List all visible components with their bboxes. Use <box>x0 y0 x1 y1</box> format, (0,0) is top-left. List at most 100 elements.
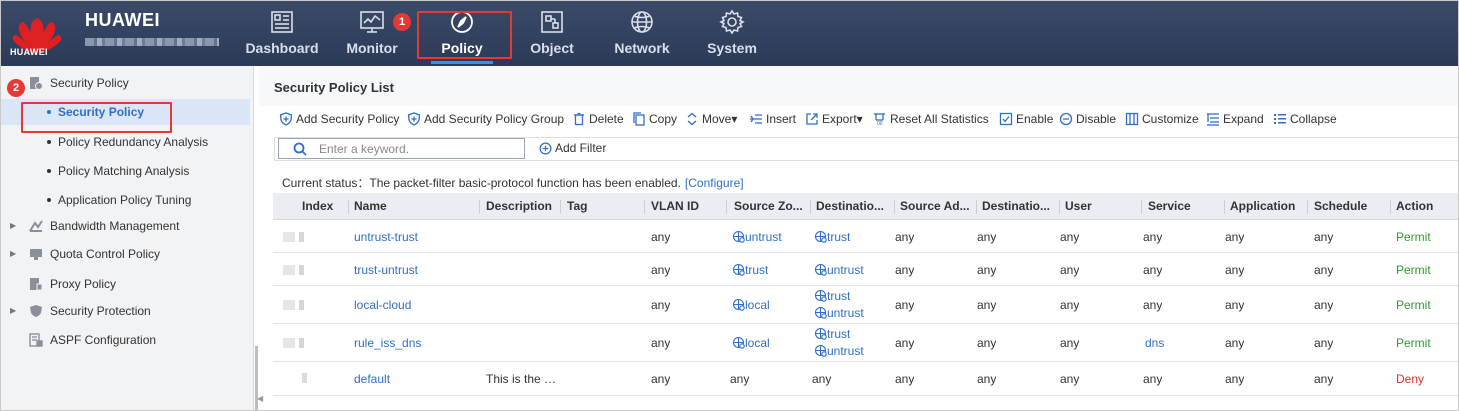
policy-name-link[interactable]: local-cloud <box>354 298 411 312</box>
status-text: Current status：The packet-filter basic-p… <box>282 176 681 190</box>
destination-zone-cell[interactable]: trust <box>814 327 850 341</box>
sidebar-item-proxy-policy[interactable]: Proxy Policy <box>1 271 253 297</box>
column-divider <box>348 200 349 214</box>
nav-system[interactable]: System <box>689 1 775 66</box>
bullet <box>47 169 51 173</box>
column-header-destination-address[interactable]: Destinatio... <box>982 193 1060 220</box>
button-label: Disable <box>1076 112 1117 126</box>
policy-name-link[interactable]: untrust-trust <box>354 230 418 244</box>
table-row[interactable]: default This is the … any any any any an… <box>273 363 1458 396</box>
column-header-description[interactable]: Description <box>486 193 561 220</box>
status-line: Current status：The packet-filter basic-p… <box>282 174 744 191</box>
top-navigation-bar: HUAWEI HUAWEI Dashboard Monitor Policy O… <box>1 1 1458 66</box>
description-cell: This is the … <box>486 372 557 386</box>
move-dropdown-button[interactable]: Move▾ <box>685 111 737 127</box>
policy-name-link[interactable]: trust-untrust <box>354 263 418 277</box>
column-header-service[interactable]: Service <box>1148 193 1218 220</box>
source-zone-cell[interactable]: trust <box>732 263 768 277</box>
button-label: Reset All Statistics <box>890 112 989 126</box>
enable-button[interactable]: Enable <box>999 111 1053 127</box>
sidebar-subitem-policy-matching-analysis[interactable]: Policy Matching Analysis <box>1 158 250 184</box>
user-cell: any <box>1060 298 1080 312</box>
sidebar-subitem-application-policy-tuning[interactable]: Application Policy Tuning <box>1 187 250 213</box>
column-header-action[interactable]: Action <box>1396 193 1456 220</box>
destination-zone-cell[interactable]: untrust <box>814 263 864 277</box>
search-input[interactable]: Enter a keyword. <box>278 138 525 159</box>
source-zone-cell[interactable]: local <box>732 298 770 312</box>
service-link[interactable]: dns <box>1145 336 1164 350</box>
destination-zone-cell[interactable]: untrust <box>814 344 864 358</box>
column-header-tag[interactable]: Tag <box>567 193 627 220</box>
sidebar-item-aspf-configuration[interactable]: ASPF Configuration <box>1 327 253 353</box>
nav-object[interactable]: Object <box>509 1 595 66</box>
sidebar-item-security-protection[interactable]: ▶ Security Protection <box>1 298 253 324</box>
expand-button[interactable]: Expand <box>1206 111 1264 127</box>
sidebar-item-quota-control-policy[interactable]: ▶ Quota Control Policy <box>1 241 253 267</box>
zone-icon <box>732 298 745 311</box>
reset-all-statistics-button[interactable]: 00 Reset All Statistics <box>873 111 989 127</box>
table-row[interactable]: rule_iss_dns any local trust untrust any… <box>273 325 1458 362</box>
column-header-index[interactable]: Index <box>302 193 348 220</box>
expand-arrow-icon[interactable]: ▶ <box>10 298 16 324</box>
table-row[interactable]: local-cloud any local trust untrust any … <box>273 287 1458 324</box>
insert-button[interactable]: Insert <box>749 111 796 127</box>
sidebar-item-security-policy[interactable]: Security Policy <box>1 70 253 96</box>
destination-zone-cell[interactable]: untrust <box>814 306 864 320</box>
globe-icon <box>631 11 653 33</box>
column-header-destination-zone[interactable]: Destinatio... <box>816 193 894 220</box>
column-header-name[interactable]: Name <box>354 193 474 220</box>
nav-network[interactable]: Network <box>599 1 685 66</box>
reset-icon: 00 <box>874 113 885 126</box>
vlan-id-cell: any <box>651 372 671 386</box>
nav-policy[interactable]: Policy <box>419 1 505 66</box>
destination-zone-cell[interactable]: trust <box>814 230 850 244</box>
sidebar-item-label: ASPF Configuration <box>50 333 157 347</box>
column-header-application[interactable]: Application <box>1230 193 1306 220</box>
source-zone-cell[interactable]: untrust <box>732 230 782 244</box>
column-header-vlan-id[interactable]: VLAN ID <box>651 193 726 220</box>
table-row[interactable]: untrust-trust any untrust trust any any … <box>273 221 1458 253</box>
column-header-user[interactable]: User <box>1065 193 1135 220</box>
zone-icon <box>814 344 827 357</box>
add-security-policy-button[interactable]: Add Security Policy <box>279 111 399 127</box>
expand-arrow-icon[interactable]: ▶ <box>10 241 16 267</box>
column-header-source-zone[interactable]: Source Zo... <box>734 193 810 220</box>
bullet <box>47 110 51 114</box>
button-label: Move▾ <box>702 112 738 126</box>
compass-icon <box>451 11 473 33</box>
sidebar-subitem-security-policy[interactable]: Security Policy <box>1 99 250 125</box>
zone-icon <box>814 263 827 276</box>
disable-button[interactable]: Disable <box>1059 111 1116 127</box>
table-row[interactable]: trust-untrust any trust untrust any any … <box>273 254 1458 286</box>
trash-icon <box>574 112 584 126</box>
action-cell: Permit <box>1396 336 1431 350</box>
expand-arrow-icon[interactable]: ▶ <box>10 213 16 239</box>
source-zone-cell[interactable]: local <box>732 336 770 350</box>
object-icon <box>541 11 563 33</box>
copy-button[interactable]: Copy <box>632 111 677 127</box>
column-header-source-address[interactable]: Source Ad... <box>900 193 976 220</box>
policy-name-link[interactable]: rule_iss_dns <box>354 336 421 350</box>
configure-link[interactable]: [Configure] <box>685 176 744 190</box>
user-cell: any <box>1060 336 1080 350</box>
export-dropdown-button[interactable]: Export▾ <box>805 111 863 127</box>
nav-dashboard[interactable]: Dashboard <box>239 1 325 66</box>
user-cell: any <box>1060 230 1080 244</box>
sidebar-item-label: Proxy Policy <box>50 277 117 291</box>
sidebar-subitem-policy-redundancy-analysis[interactable]: Policy Redundancy Analysis <box>1 129 250 155</box>
customize-button[interactable]: Customize <box>1125 111 1199 127</box>
service-cell: any <box>1143 230 1163 244</box>
row-index-obscured <box>283 300 313 310</box>
nav-monitor[interactable]: Monitor <box>329 1 415 66</box>
column-header-schedule[interactable]: Schedule <box>1314 193 1386 220</box>
delete-button[interactable]: Delete <box>572 111 624 127</box>
zone-name: untrust <box>827 344 864 358</box>
policy-name-link[interactable]: default <box>354 372 390 386</box>
sidebar-item-bandwidth-management[interactable]: ▶ Bandwidth Management <box>1 213 253 239</box>
zone-icon <box>814 230 827 243</box>
destination-zone-cell[interactable]: trust <box>814 289 850 303</box>
add-security-policy-group-button[interactable]: Add Security Policy Group <box>407 111 564 127</box>
export-icon <box>806 113 818 125</box>
collapse-button[interactable]: Collapse <box>1273 111 1337 127</box>
add-filter-button[interactable]: Add Filter <box>539 141 606 155</box>
